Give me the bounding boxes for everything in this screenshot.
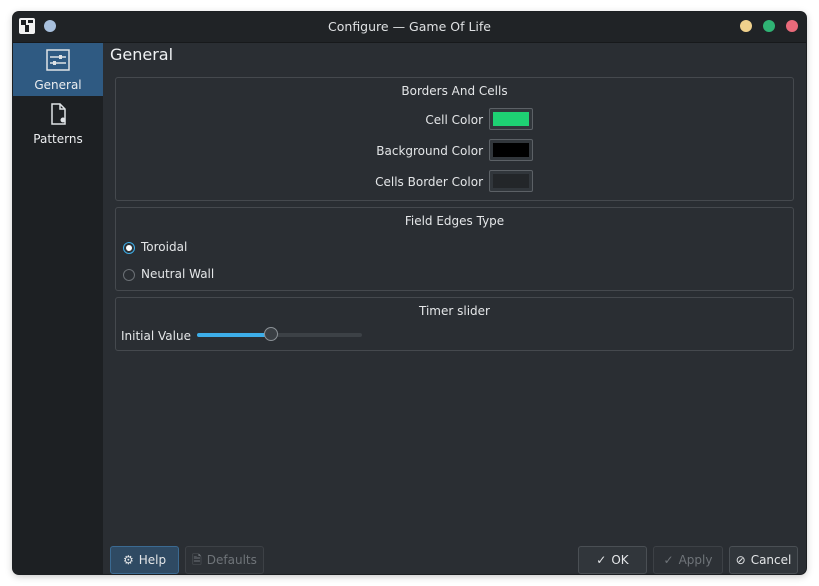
timer-slider-group: Timer slider Initial Value	[115, 297, 794, 351]
minimize-button[interactable]	[740, 20, 752, 32]
close-button[interactable]	[786, 20, 798, 32]
sidebar-item-general[interactable]: General	[13, 43, 103, 96]
group-title: Borders And Cells	[401, 84, 508, 98]
initial-value-label: Initial Value	[121, 329, 191, 343]
cancel-icon: ⊘	[735, 553, 746, 567]
sidebar-item-patterns[interactable]: Patterns	[13, 97, 103, 150]
cancel-label: Cancel	[750, 553, 792, 567]
maximize-button[interactable]	[763, 20, 775, 32]
neutral-wall-radio[interactable]	[123, 269, 135, 281]
neutral-wall-label[interactable]: Neutral Wall	[141, 267, 214, 281]
sidebar-item-label: General	[34, 78, 82, 92]
background-color-label: Background Color	[376, 144, 483, 158]
apply-label: Apply	[678, 553, 713, 567]
settings-page: General Borders And Cells Cell Color Bac…	[103, 43, 806, 574]
window-title: Configure — Game Of Life	[328, 19, 491, 34]
background-color-button[interactable]	[489, 139, 533, 161]
toroidal-radio[interactable]	[123, 242, 135, 254]
group-title: Timer slider	[419, 304, 490, 318]
defaults-label: Defaults	[206, 553, 257, 567]
document-icon	[46, 103, 70, 125]
config-dialog: Configure — Game Of Life General Pattern…	[13, 12, 806, 574]
group-title: Field Edges Type	[404, 214, 505, 228]
borders-and-cells-group: Borders And Cells Cell Color Background …	[115, 77, 794, 201]
title-bar[interactable]: Configure — Game Of Life	[13, 12, 806, 43]
cells-border-color-label: Cells Border Color	[375, 175, 483, 189]
cells-border-color-button[interactable]	[489, 170, 533, 192]
document-reset-icon: 🗎	[192, 553, 202, 567]
cells-border-color-swatch	[493, 174, 529, 188]
help-button[interactable]: ⚙ Help	[110, 546, 179, 574]
page-title: General	[110, 45, 174, 64]
cell-color-button[interactable]	[489, 108, 533, 130]
ok-button[interactable]: ✓ OK	[578, 546, 647, 574]
field-edges-group: Field Edges Type Toroidal Neutral Wall	[115, 207, 794, 291]
help-icon: ⚙	[122, 553, 134, 567]
sidebar: General Patterns	[13, 43, 103, 574]
help-label: Help	[138, 553, 167, 567]
check-icon: ✓	[663, 553, 674, 567]
background-color-swatch	[493, 143, 529, 157]
toroidal-label[interactable]: Toroidal	[141, 240, 187, 254]
apply-button[interactable]: ✓ Apply	[653, 546, 723, 574]
cell-color-label: Cell Color	[425, 113, 483, 127]
ok-label: OK	[611, 553, 629, 567]
sidebar-item-label: Patterns	[33, 132, 83, 146]
initial-value-slider[interactable]	[197, 327, 362, 341]
cell-color-swatch	[493, 112, 529, 126]
defaults-button[interactable]: 🗎 Defaults	[185, 546, 264, 574]
cancel-button[interactable]: ⊘ Cancel	[729, 546, 798, 574]
slider-handle[interactable]	[264, 327, 279, 341]
check-icon: ✓	[596, 553, 607, 567]
slider-fill	[197, 333, 272, 337]
sliders-icon	[46, 49, 70, 71]
